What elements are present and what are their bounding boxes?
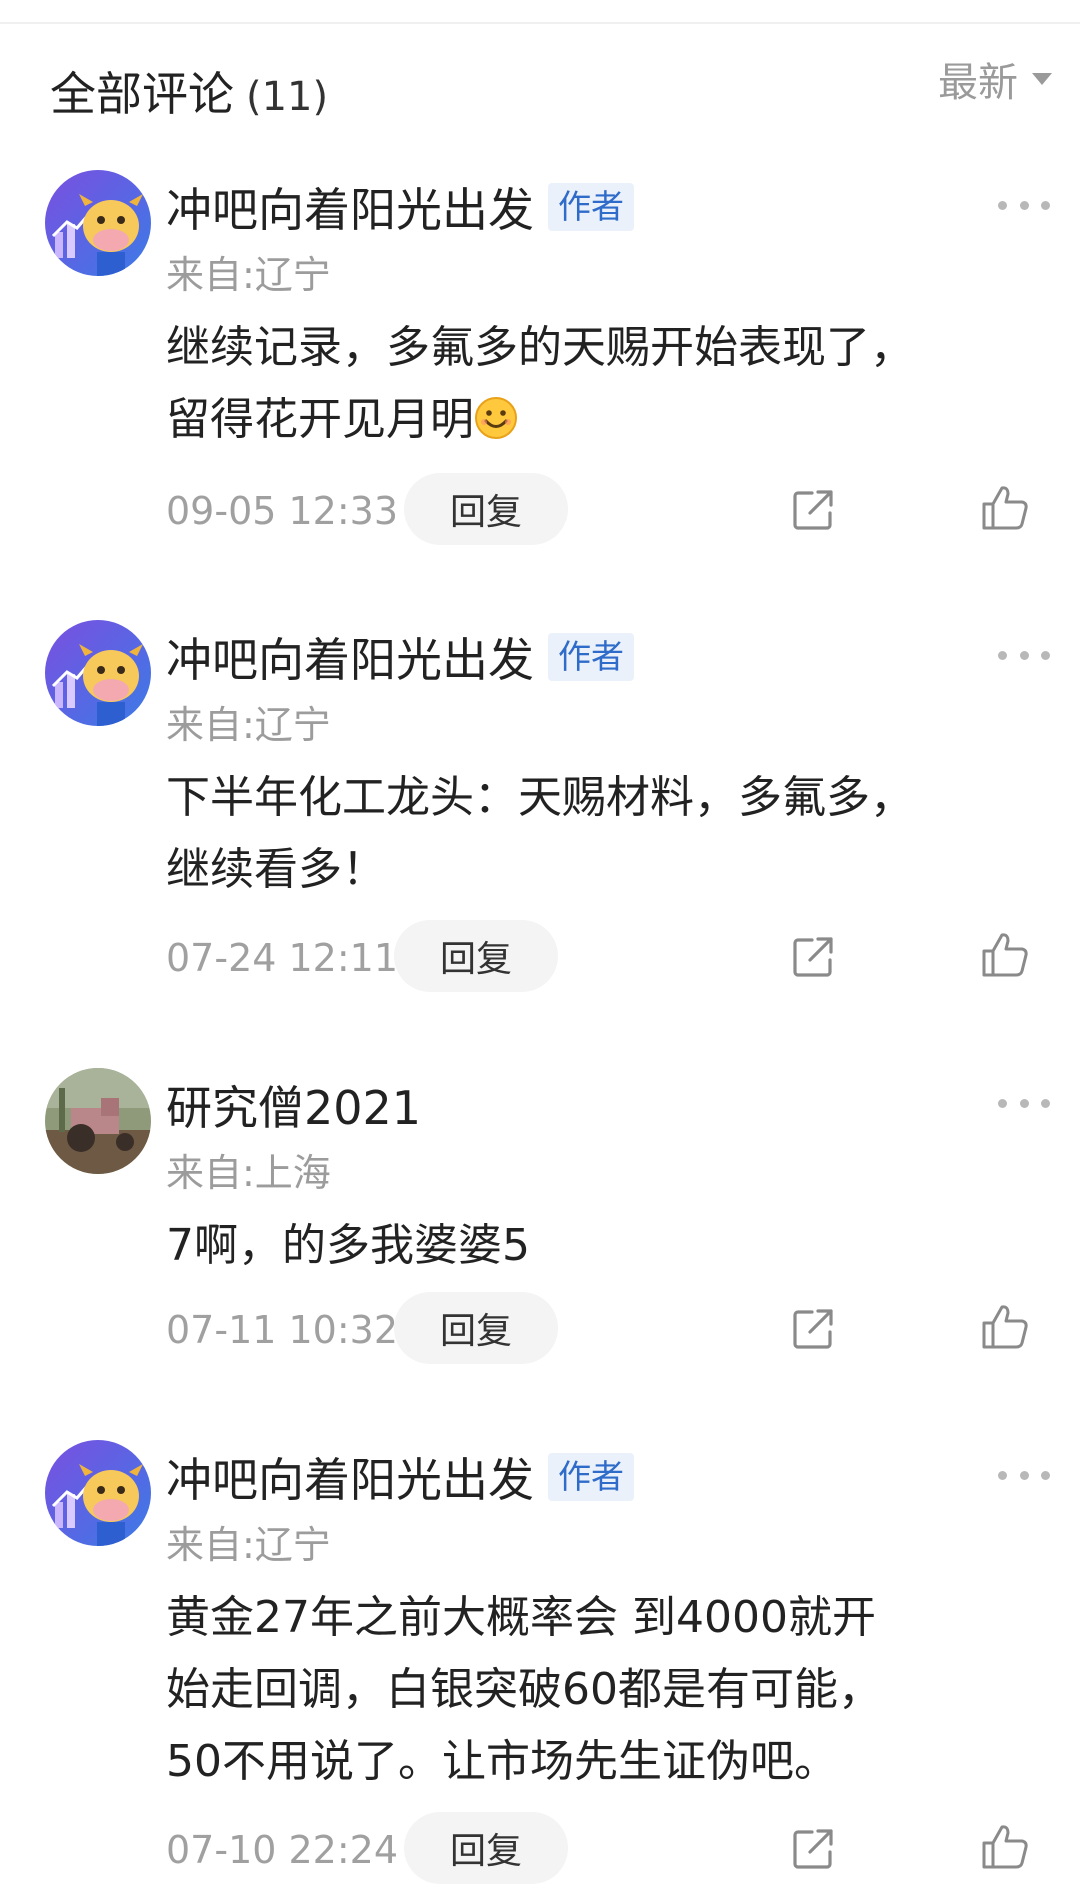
- comments-title: 全部评论 (11): [50, 58, 328, 124]
- comment-time: 07-24 12:11: [166, 936, 399, 980]
- comment-item: 冲吧向着阳光出发 作者 来自:辽宁 下半年化工龙头：天赐材料，多氟多， 继续看多…: [0, 620, 1080, 1010]
- author-name[interactable]: 冲吧向着阳光出发: [166, 1444, 534, 1510]
- share-icon[interactable]: [790, 487, 836, 533]
- share-icon[interactable]: [790, 1306, 836, 1352]
- comment-meta: 09-05 12:33 回复: [0, 473, 1080, 547]
- author-badge: 作者: [548, 1453, 634, 1501]
- author-badge: 作者: [548, 633, 634, 681]
- like-icon[interactable]: [980, 1822, 1030, 1872]
- comment-item: 冲吧向着阳光出发 作者 来自:辽宁 继续记录，多氟多的天赐开始表现了， 留得花开…: [0, 170, 1080, 560]
- more-icon[interactable]: [998, 1096, 1050, 1110]
- comment-line: 留得花开见月明: [166, 394, 474, 445]
- comment-line: 始走回调，白银突破60都是有可能，: [166, 1664, 882, 1715]
- author-name[interactable]: 冲吧向着阳光出发: [166, 624, 534, 690]
- reply-button[interactable]: 回复: [394, 1292, 558, 1364]
- comment-item: 研究僧2021 来自:上海 7啊，的多我婆婆5 07-11 10:32 回复: [0, 1068, 1080, 1388]
- author-line: 研究僧2021: [166, 1074, 421, 1136]
- comment-text: 黄金27年之前大概率会 到4000就开 始走回调，白银突破60都是有可能， 50…: [166, 1582, 1026, 1798]
- reply-button[interactable]: 回复: [404, 473, 568, 545]
- more-icon[interactable]: [998, 1468, 1050, 1482]
- author-badge: 作者: [548, 183, 634, 231]
- comment-count: (11): [246, 74, 329, 120]
- reply-button[interactable]: 回复: [394, 920, 558, 992]
- sort-caret-icon: [1032, 73, 1052, 85]
- location: 来自:辽宁: [166, 1523, 331, 1567]
- author-line: 冲吧向着阳光出发 作者: [166, 176, 634, 238]
- comment-time: 07-10 22:24: [166, 1828, 399, 1872]
- comment-text: 继续记录，多氟多的天赐开始表现了， 留得花开见月明: [166, 312, 1026, 456]
- author-name[interactable]: 研究僧2021: [166, 1072, 421, 1138]
- reply-button[interactable]: 回复: [404, 1812, 568, 1884]
- avatar[interactable]: [45, 170, 151, 276]
- share-icon[interactable]: [790, 934, 836, 980]
- comment-line: 50不用说了。让市场先生证伪吧。: [166, 1736, 838, 1787]
- author-line: 冲吧向着阳光出发 作者: [166, 626, 634, 688]
- location: 来自:辽宁: [166, 703, 331, 747]
- comment-text: 下半年化工龙头：天赐材料，多氟多， 继续看多！: [166, 762, 1026, 906]
- comment-time: 09-05 12:33: [166, 489, 399, 533]
- avatar[interactable]: [45, 620, 151, 726]
- avatar[interactable]: [45, 1440, 151, 1546]
- comment-text: 7啊，的多我婆婆5: [166, 1210, 1026, 1282]
- location: 来自:辽宁: [166, 253, 331, 297]
- top-divider: [0, 22, 1080, 24]
- sort-dropdown[interactable]: 最新: [938, 50, 1052, 108]
- comment-meta: 07-24 12:11 回复: [0, 920, 1080, 994]
- more-icon[interactable]: [998, 198, 1050, 212]
- comment-meta: 07-11 10:32 回复: [0, 1292, 1080, 1366]
- comment-line: 7啊，的多我婆婆5: [166, 1220, 530, 1271]
- comment-meta: 07-10 22:24 回复: [0, 1812, 1080, 1886]
- sort-label: 最新: [938, 60, 1018, 106]
- comment-line: 下半年化工龙头：天赐材料，多氟多，: [166, 772, 914, 823]
- comment-line-with-emoji: 留得花开见月明: [166, 384, 1026, 456]
- smile-emoji: [475, 397, 517, 439]
- avatar[interactable]: [45, 1068, 151, 1174]
- comment-line: 黄金27年之前大概率会 到4000就开: [166, 1592, 876, 1643]
- author-line: 冲吧向着阳光出发 作者: [166, 1446, 634, 1508]
- comments-title-label: 全部评论: [50, 67, 234, 121]
- comment-line: 继续记录，多氟多的天赐开始表现了，: [166, 322, 914, 373]
- like-icon[interactable]: [980, 930, 1030, 980]
- like-icon[interactable]: [980, 1302, 1030, 1352]
- author-name[interactable]: 冲吧向着阳光出发: [166, 174, 534, 240]
- more-icon[interactable]: [998, 648, 1050, 662]
- share-icon[interactable]: [790, 1826, 836, 1872]
- comment-time: 07-11 10:32: [166, 1308, 399, 1352]
- comment-line: 继续看多！: [166, 844, 386, 895]
- location: 来自:上海: [166, 1151, 331, 1195]
- comments-header: 全部评论 (11) 最新: [0, 40, 1080, 130]
- comment-item: 冲吧向着阳光出发 作者 来自:辽宁 黄金27年之前大概率会 到4000就开 始走…: [0, 1440, 1080, 1899]
- like-icon[interactable]: [980, 483, 1030, 533]
